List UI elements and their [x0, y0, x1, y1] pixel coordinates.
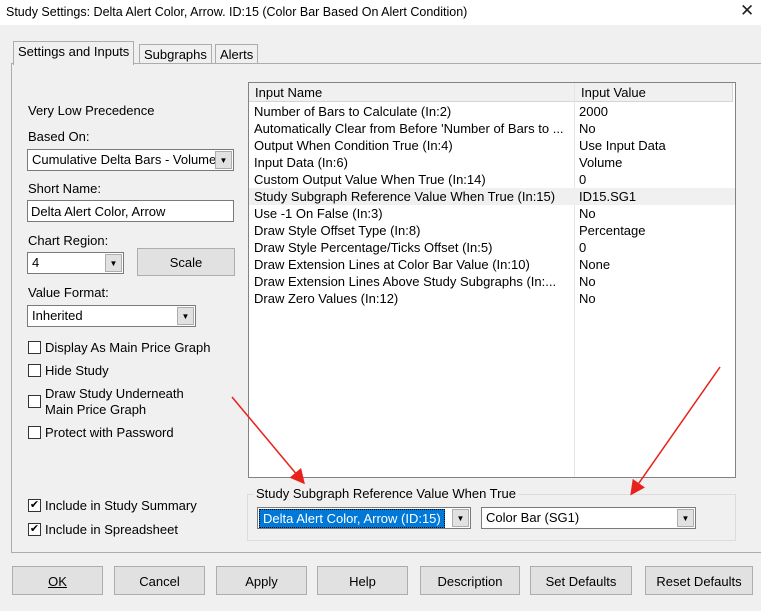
chart-region-value: 4 — [32, 255, 40, 270]
input-value[interactable]: 0 — [579, 172, 586, 187]
value-format-value: Inherited — [32, 308, 83, 323]
include-spreadsheet-checkbox[interactable]: ✔ — [28, 523, 41, 536]
chevron-down-icon: ▼ — [452, 509, 469, 527]
window-title: Study Settings: Delta Alert Color, Arrow… — [6, 5, 468, 19]
input-value[interactable]: No — [579, 121, 596, 136]
input-name: Draw Style Percentage/Ticks Offset (In:5… — [254, 240, 493, 255]
study-value: Delta Alert Color, Arrow (ID:15) — [259, 509, 445, 528]
based-on-select[interactable]: Cumulative Delta Bars - Volume ▼ — [27, 149, 234, 171]
cancel-button[interactable]: Cancel — [114, 566, 205, 595]
apply-button[interactable]: Apply — [216, 566, 307, 595]
draw-underneath-checkbox[interactable] — [28, 395, 41, 408]
reference-group-label: Study Subgraph Reference Value When True — [253, 486, 519, 501]
chart-region-label: Chart Region: — [28, 233, 109, 248]
tab-subgraphs[interactable]: Subgraphs — [139, 44, 212, 64]
column-header-input-value[interactable]: Input Value — [575, 83, 733, 102]
input-name: Number of Bars to Calculate (In:2) — [254, 104, 452, 119]
table-row[interactable]: Output When Condition True (In:4) Use Inp… — [249, 137, 735, 154]
subgraph-value: Color Bar (SG1) — [486, 510, 580, 525]
subgraph-select[interactable]: Color Bar (SG1) ▼ — [481, 507, 696, 529]
input-value[interactable]: 2000 — [579, 104, 608, 119]
set-defaults-button[interactable]: Set Defaults — [530, 566, 632, 595]
hide-study-label: Hide Study — [45, 363, 109, 378]
help-button[interactable]: Help — [317, 566, 408, 595]
ok-button[interactable]: OK — [12, 566, 103, 595]
input-value[interactable]: No — [579, 206, 596, 221]
column-header-input-name[interactable]: Input Name — [249, 83, 575, 102]
inputs-table: Input Name Input Value Number of Bars to… — [248, 82, 736, 478]
input-value[interactable]: None — [579, 257, 610, 272]
draw-underneath-label: Draw Study Underneath — [45, 386, 184, 401]
precedence-label: Very Low Precedence — [28, 103, 155, 118]
title-bar: Study Settings: Delta Alert Color, Arrow… — [0, 0, 761, 25]
table-row[interactable]: Number of Bars to Calculate (In:2) 2000 — [249, 103, 735, 120]
value-format-label: Value Format: — [28, 285, 109, 300]
chevron-down-icon: ▼ — [215, 151, 232, 169]
input-value[interactable]: No — [579, 291, 596, 306]
include-summary-checkbox[interactable]: ✔ — [28, 499, 41, 512]
input-value[interactable]: Volume — [579, 155, 622, 170]
close-button[interactable]: ✕ — [740, 1, 754, 21]
input-name: Input Data (In:6) — [254, 155, 348, 170]
tab-alerts[interactable]: Alerts — [215, 44, 259, 64]
draw-underneath-label-2: Main Price Graph — [45, 402, 147, 417]
display-as-main-label: Display As Main Price Graph — [45, 340, 211, 355]
chevron-down-icon: ▼ — [177, 307, 194, 325]
input-name: Use -1 On False (In:3) — [254, 206, 383, 221]
chevron-down-icon: ▼ — [105, 254, 122, 272]
input-name: Draw Extension Lines Above Study Subgrap… — [254, 274, 557, 289]
input-name: Study Subgraph Reference Value When True… — [254, 189, 556, 204]
table-row[interactable]: Draw Extension Lines at Color Bar Value … — [249, 256, 735, 273]
table-row[interactable]: Draw Extension Lines Above Study Subgrap… — [249, 273, 735, 290]
protect-password-checkbox[interactable] — [28, 426, 41, 439]
table-row[interactable]: Use -1 On False (In:3) No — [249, 205, 735, 222]
input-value[interactable]: Percentage — [579, 223, 646, 238]
input-value[interactable]: Use Input Data — [579, 138, 666, 153]
protect-password-label: Protect with Password — [45, 425, 174, 440]
input-value[interactable]: ID15.SG1 — [579, 189, 636, 204]
input-name: Custom Output Value When True (In:14) — [254, 172, 486, 187]
input-name: Draw Extension Lines at Color Bar Value … — [254, 257, 530, 272]
input-name: Automatically Clear from Before 'Number … — [254, 121, 564, 136]
display-as-main-checkbox[interactable] — [28, 341, 41, 354]
description-button[interactable]: Description — [420, 566, 520, 595]
input-name: Draw Zero Values (In:12) — [254, 291, 399, 306]
reset-defaults-button[interactable]: Reset Defaults — [645, 566, 753, 595]
table-row[interactable]: Input Data (In:6) Volume — [249, 154, 735, 171]
study-select[interactable]: Delta Alert Color, Arrow (ID:15) ▼ — [257, 507, 471, 529]
based-on-value: Cumulative Delta Bars - Volume — [32, 152, 217, 167]
table-row[interactable]: Draw Style Percentage/Ticks Offset (In:5… — [249, 239, 735, 256]
ok-label: OK — [48, 574, 67, 589]
short-name-label: Short Name: — [28, 181, 101, 196]
hide-study-checkbox[interactable] — [28, 364, 41, 377]
chevron-down-icon: ▼ — [677, 509, 694, 527]
input-name: Draw Style Offset Type (In:8) — [254, 223, 421, 238]
table-row[interactable]: Automatically Clear from Before 'Number … — [249, 120, 735, 137]
input-value[interactable]: 0 — [579, 240, 586, 255]
table-row[interactable]: Custom Output Value When True (In:14) 0 — [249, 171, 735, 188]
input-value[interactable]: No — [579, 274, 596, 289]
value-format-select[interactable]: Inherited ▼ — [27, 305, 196, 327]
based-on-label: Based On: — [28, 129, 90, 144]
include-spreadsheet-label: Include in Spreadsheet — [45, 522, 178, 537]
table-row[interactable]: Draw Style Offset Type (In:8) Percentage — [249, 222, 735, 239]
tab-settings-and-inputs[interactable]: Settings and Inputs — [13, 41, 135, 65]
short-name-input[interactable]: Delta Alert Color, Arrow — [27, 200, 234, 222]
table-row[interactable]: Study Subgraph Reference Value When True… — [249, 188, 735, 205]
scale-button[interactable]: Scale — [137, 248, 235, 276]
chart-region-select[interactable]: 4 ▼ — [27, 252, 124, 274]
input-name: Output When Condition True (In:4) — [254, 138, 453, 153]
table-row[interactable]: Draw Zero Values (In:12) No — [249, 290, 735, 307]
include-summary-label: Include in Study Summary — [45, 498, 197, 513]
